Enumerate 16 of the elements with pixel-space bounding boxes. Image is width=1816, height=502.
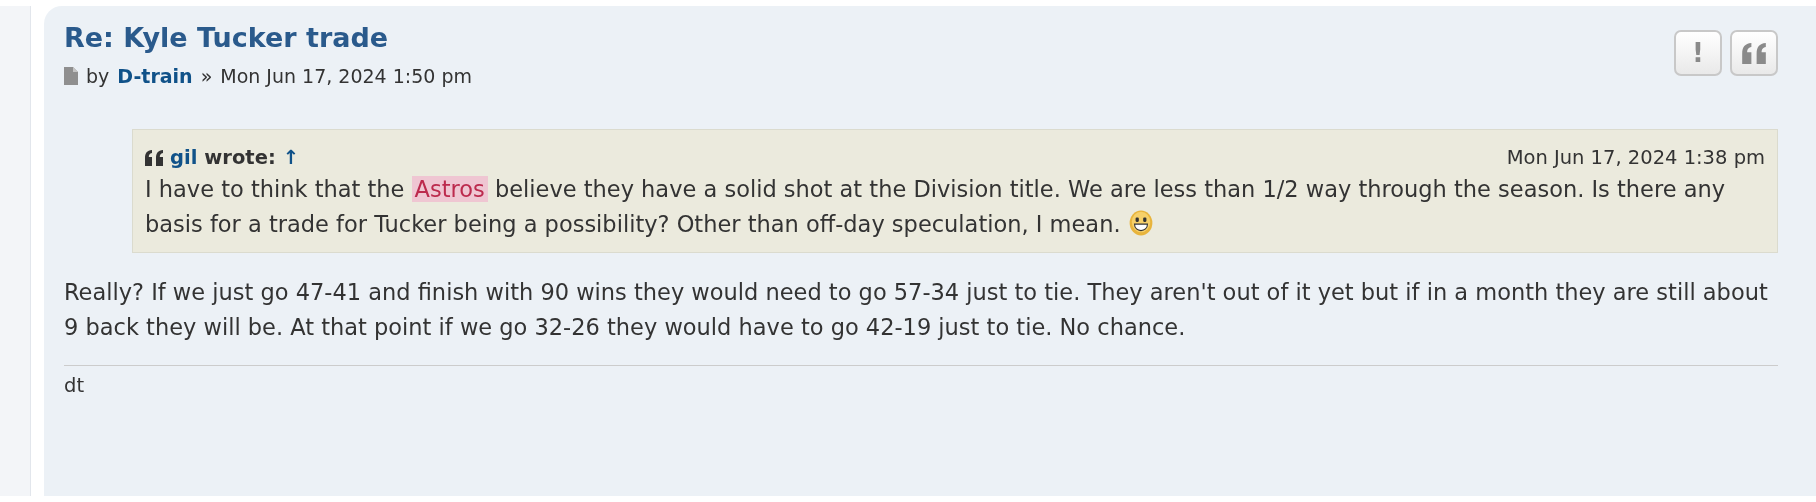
quote-author-link[interactable]: gil (170, 144, 198, 172)
signature: dt (64, 374, 85, 397)
byline-label: by (86, 65, 110, 87)
post-title[interactable]: Re: Kyle Tucker trade (64, 22, 389, 53)
post-body: Really? If we just go 47-41 and finish with 90 wins they would need to go 57-34 just to tie. They aren't out of it yet but if in a month they are still about 9 back they will be. At that point if we go 32-26 they would have to go 42-19 just to tie. No chance. (64, 278, 1769, 342)
quote-icon (145, 150, 163, 166)
document-icon (64, 67, 78, 85)
author-link[interactable]: D-train (117, 65, 193, 87)
go-to-post-link[interactable]: ↑ (282, 144, 300, 172)
quote-text: I have to think that the Astros believe they have a solid shot at the Division title. We are less than 1/2 way through the season. Is there any basis for a trade for Tucker being a possibility? Other than off-day speculation, I mean. (145, 175, 1727, 239)
wrote-label: wrote: (204, 145, 276, 171)
quote-icon (1742, 42, 1766, 64)
byline-separator: » (200, 65, 213, 87)
quote-date: Mon Jun 17, 2024 1:38 pm (1506, 145, 1765, 171)
post-date: Mon Jun 17, 2024 1:50 pm (220, 65, 472, 87)
quote-button[interactable] (1730, 30, 1778, 76)
